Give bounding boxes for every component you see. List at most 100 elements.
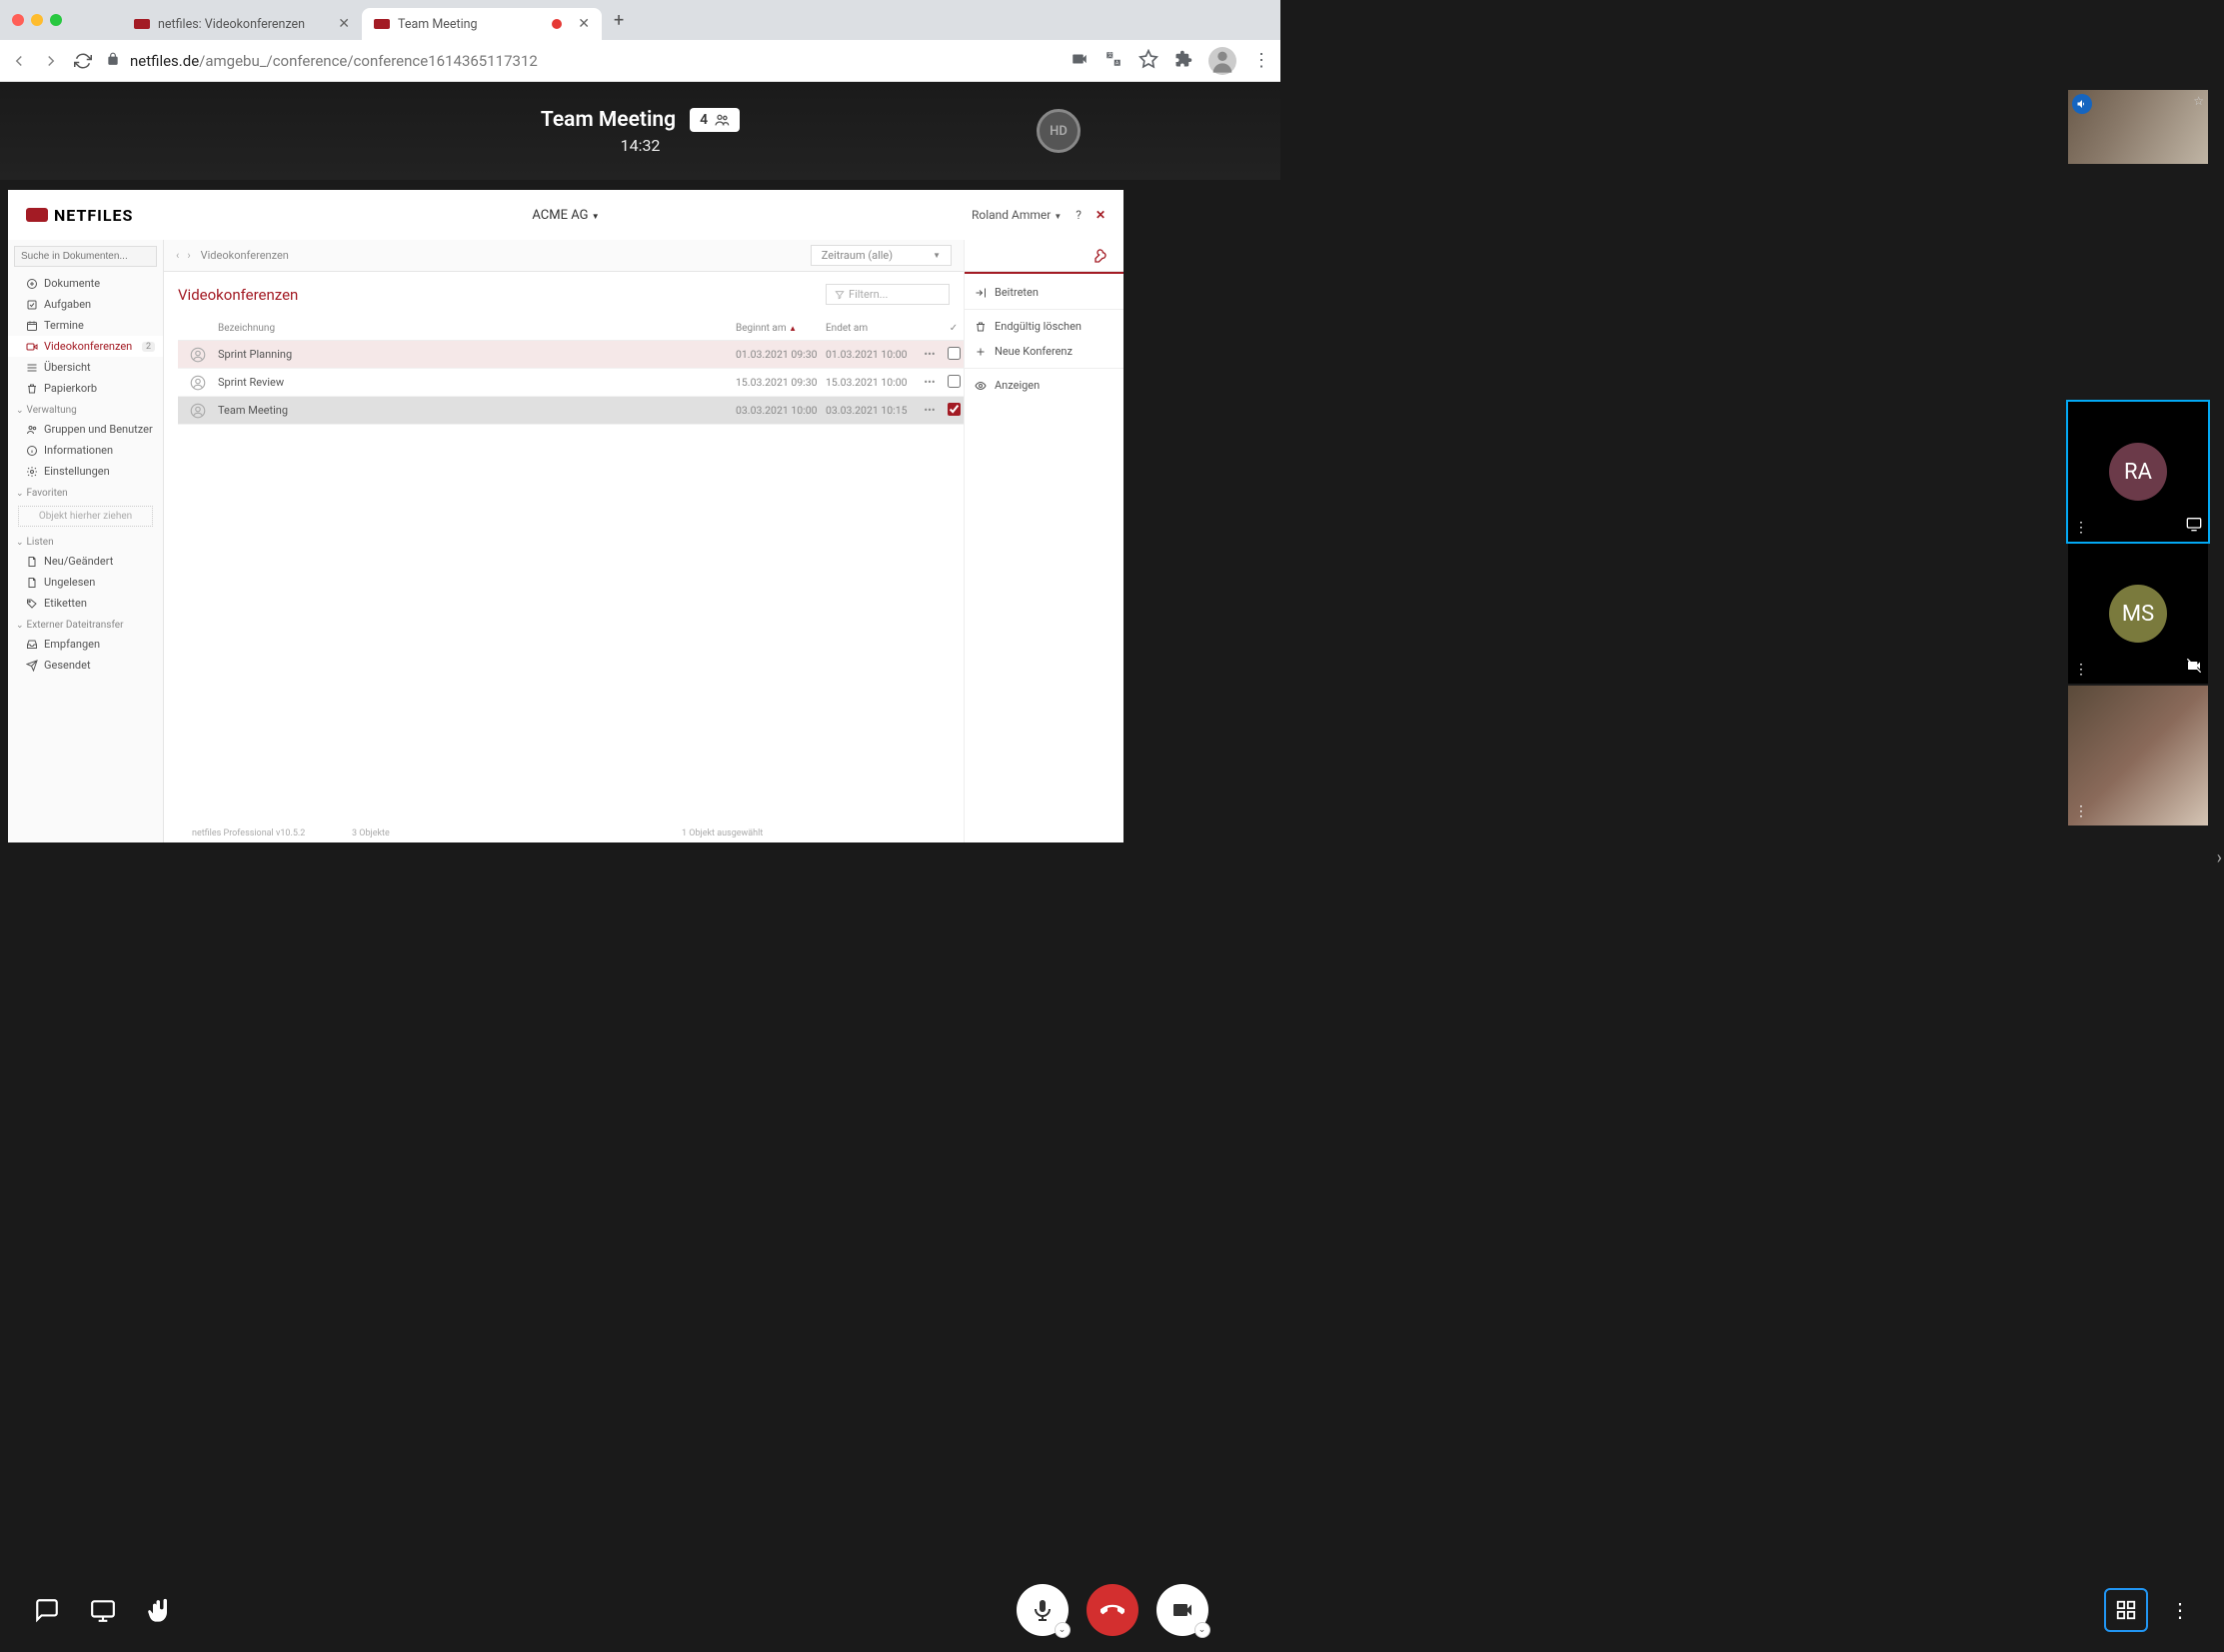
translate-icon[interactable]: 文A bbox=[1105, 50, 1122, 72]
object-count: 3 Objekte bbox=[352, 828, 682, 838]
url-host: netfiles.de bbox=[130, 52, 199, 70]
favorites-drop-zone[interactable]: Objekt hierher ziehen bbox=[18, 506, 153, 527]
filter-input[interactable]: Filtern... bbox=[826, 284, 950, 305]
sidebar-item[interactable]: Neu/Geändert bbox=[8, 551, 163, 572]
table-header: Bezeichnung Beginnt am ▲ Endet am ✓ bbox=[178, 317, 964, 341]
sidebar-item[interactable]: Gesendet bbox=[8, 655, 163, 676]
sidebar-item[interactable]: Einstellungen bbox=[8, 461, 163, 482]
sidebar-section[interactable]: Verwaltung bbox=[8, 399, 163, 419]
chat-icon[interactable] bbox=[34, 1597, 60, 1623]
row-menu-icon[interactable]: ••• bbox=[916, 404, 944, 417]
conference-icon bbox=[186, 399, 210, 423]
sidebar-section[interactable]: Externer Dateitransfer bbox=[8, 614, 163, 634]
host-avatar[interactable]: HD bbox=[1037, 109, 1081, 153]
mute-button[interactable]: ⌄ bbox=[1017, 1584, 1069, 1636]
lock-icon bbox=[106, 52, 120, 70]
pin-icon[interactable]: ☆ bbox=[2193, 94, 2204, 108]
col-end[interactable]: Endet am bbox=[826, 323, 916, 334]
table-row[interactable]: Sprint Review15.03.2021 09:3015.03.2021 … bbox=[178, 369, 964, 397]
browser-tab[interactable]: Team Meeting ✕ bbox=[362, 8, 602, 40]
action-item[interactable]: Endgültig löschen bbox=[965, 314, 1123, 339]
row-name: Team Meeting bbox=[218, 404, 736, 417]
back-button[interactable] bbox=[10, 52, 28, 70]
sidebar-item[interactable]: Übersicht bbox=[8, 357, 163, 378]
share-screen-icon[interactable] bbox=[90, 1597, 116, 1623]
tile-menu-icon[interactable]: ⋮ bbox=[2074, 662, 2088, 678]
tile-menu-icon[interactable]: ⋮ bbox=[2074, 520, 2088, 536]
timerange-select[interactable]: Zeitraum (alle)▼ bbox=[811, 245, 952, 266]
table-row[interactable]: Sprint Planning01.03.2021 09:3001.03.202… bbox=[178, 341, 964, 369]
browser-menu-icon[interactable]: ⋮ bbox=[1252, 52, 1270, 70]
breadcrumb[interactable]: Videokonferenzen bbox=[201, 249, 289, 262]
participant-tile[interactable]: RA ⋮ bbox=[2068, 402, 2208, 542]
netfiles-logo[interactable]: NETFILES bbox=[26, 206, 133, 225]
col-check-icon[interactable]: ✓ bbox=[944, 323, 964, 334]
extensions-icon[interactable] bbox=[1174, 50, 1192, 72]
url-path: /amgebu_/conference/conference1614365117… bbox=[199, 52, 538, 70]
reload-button[interactable] bbox=[74, 52, 92, 70]
row-menu-icon[interactable]: ••• bbox=[916, 348, 944, 361]
new-tab-button[interactable]: + bbox=[614, 10, 624, 31]
sidebar-item[interactable]: Papierkorb bbox=[8, 378, 163, 399]
action-item[interactable]: Beitreten bbox=[965, 280, 1123, 305]
close-app-icon[interactable]: ✕ bbox=[1096, 208, 1106, 222]
actions-config[interactable] bbox=[965, 240, 1123, 272]
col-begin[interactable]: Beginnt am ▲ bbox=[736, 323, 826, 334]
sidebar-item[interactable]: Termine bbox=[8, 315, 163, 336]
max-window-btn[interactable] bbox=[50, 14, 62, 26]
hangup-button[interactable] bbox=[1087, 1584, 1138, 1636]
row-begin: 03.03.2021 10:00 bbox=[736, 404, 826, 417]
close-tab-icon[interactable]: ✕ bbox=[578, 16, 590, 32]
participant-tile[interactable]: MS ⋮ bbox=[2068, 544, 2208, 684]
action-item[interactable]: Anzeigen bbox=[965, 373, 1123, 398]
help-icon[interactable]: ? bbox=[1076, 208, 1082, 222]
camera-indicator-icon[interactable] bbox=[1071, 50, 1089, 72]
profile-avatar[interactable] bbox=[1208, 47, 1236, 75]
tab-favicon bbox=[374, 19, 390, 29]
address-field[interactable]: netfiles.de/amgebu_/conference/conferenc… bbox=[106, 52, 1057, 70]
avatar-initials: RA bbox=[2109, 443, 2167, 501]
collapse-filmstrip-icon[interactable]: › bbox=[2217, 847, 2222, 868]
chevron-down-icon[interactable]: ⌄ bbox=[1194, 1622, 1210, 1638]
camera-button[interactable]: ⌄ bbox=[1156, 1584, 1208, 1636]
tile-view-button[interactable] bbox=[2104, 1588, 2148, 1632]
breadcrumb-back-icon[interactable]: ‹ bbox=[176, 249, 179, 262]
col-name[interactable]: Bezeichnung bbox=[178, 323, 736, 334]
org-selector[interactable]: ACME AG ▼ bbox=[532, 208, 599, 223]
sidebar-section[interactable]: Favoriten bbox=[8, 482, 163, 502]
forward-button[interactable] bbox=[42, 52, 60, 70]
row-checkbox[interactable] bbox=[944, 347, 964, 363]
close-tab-icon[interactable]: ✕ bbox=[338, 16, 350, 32]
star-icon[interactable] bbox=[1138, 49, 1158, 73]
sidebar-item[interactable]: Gruppen und Benutzer bbox=[8, 419, 163, 440]
breadcrumb-forward-icon[interactable]: › bbox=[187, 249, 190, 262]
wrench-icon bbox=[1094, 248, 1110, 264]
participant-count-badge[interactable]: 4 bbox=[690, 108, 740, 132]
participant-tile[interactable]: ⋮ bbox=[2068, 686, 2208, 826]
sidebar-item[interactable]: Etiketten bbox=[8, 593, 163, 614]
raise-hand-icon[interactable] bbox=[146, 1596, 174, 1624]
sidebar-item[interactable]: Ungelesen bbox=[8, 572, 163, 593]
sidebar-item[interactable]: Informationen bbox=[8, 440, 163, 461]
conference-toolbar: ⌄ ⌄ ⋮ bbox=[0, 1568, 2224, 1652]
browser-tab[interactable]: netfiles: Videokonferenzen ✕ bbox=[122, 8, 362, 40]
more-options-icon[interactable]: ⋮ bbox=[2170, 1598, 2190, 1622]
sidebar-item[interactable]: Videokonferenzen2 bbox=[8, 336, 163, 357]
row-end: 01.03.2021 10:00 bbox=[826, 348, 916, 361]
search-input[interactable] bbox=[14, 246, 157, 267]
close-window-btn[interactable] bbox=[12, 14, 24, 26]
sidebar-section[interactable]: Listen bbox=[8, 531, 163, 551]
chevron-down-icon[interactable]: ⌄ bbox=[1055, 1622, 1071, 1638]
sidebar-item[interactable]: Empfangen bbox=[8, 634, 163, 655]
tile-menu-icon[interactable]: ⋮ bbox=[2074, 804, 2088, 820]
user-menu[interactable]: Roland Ammer ▼ bbox=[972, 208, 1062, 222]
row-checkbox[interactable] bbox=[944, 403, 964, 419]
sidebar-item[interactable]: Aufgaben bbox=[8, 294, 163, 315]
row-menu-icon[interactable]: ••• bbox=[916, 376, 944, 389]
row-checkbox[interactable] bbox=[944, 375, 964, 391]
participant-tile[interactable]: ☆ bbox=[2068, 90, 2208, 164]
min-window-btn[interactable] bbox=[31, 14, 43, 26]
sidebar-item[interactable]: Dokumente bbox=[8, 273, 163, 294]
action-item[interactable]: Neue Konferenz bbox=[965, 339, 1123, 364]
table-row[interactable]: Team Meeting03.03.2021 10:0003.03.2021 1… bbox=[178, 397, 964, 425]
